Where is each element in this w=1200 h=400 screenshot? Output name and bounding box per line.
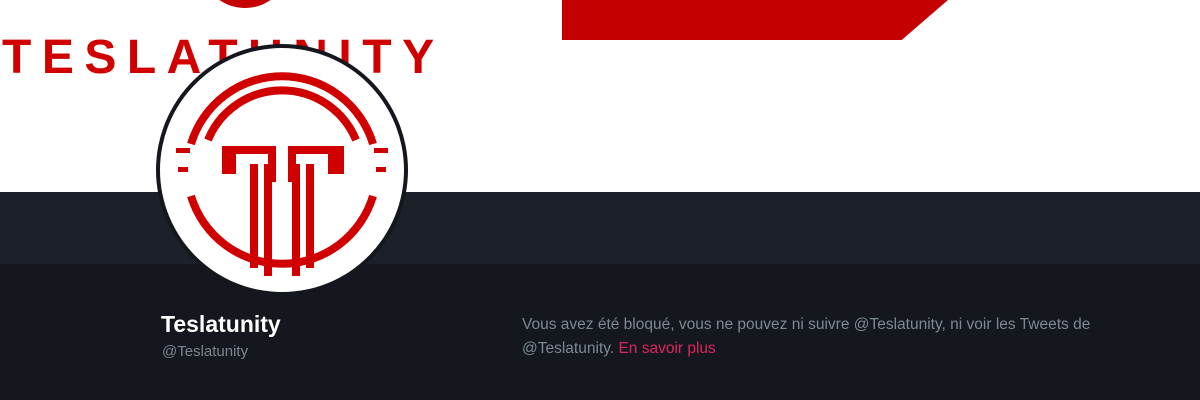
banner-red-stripe xyxy=(562,0,948,40)
profile-avatar[interactable] xyxy=(156,44,408,296)
profile-handle: @Teslatunity xyxy=(162,343,249,360)
profile-display-name: Teslatunity xyxy=(161,311,281,337)
blocked-notice: Vous avez été bloqué, vous ne pouvez ni … xyxy=(522,313,1162,361)
blocked-notice-text: Vous avez été bloqué, vous ne pouvez ni … xyxy=(522,316,1091,357)
banner-logo-arc xyxy=(200,0,290,8)
avatar-image xyxy=(160,48,404,292)
learn-more-link[interactable]: En savoir plus xyxy=(618,340,715,357)
teslatunity-logo-icon xyxy=(176,72,388,276)
